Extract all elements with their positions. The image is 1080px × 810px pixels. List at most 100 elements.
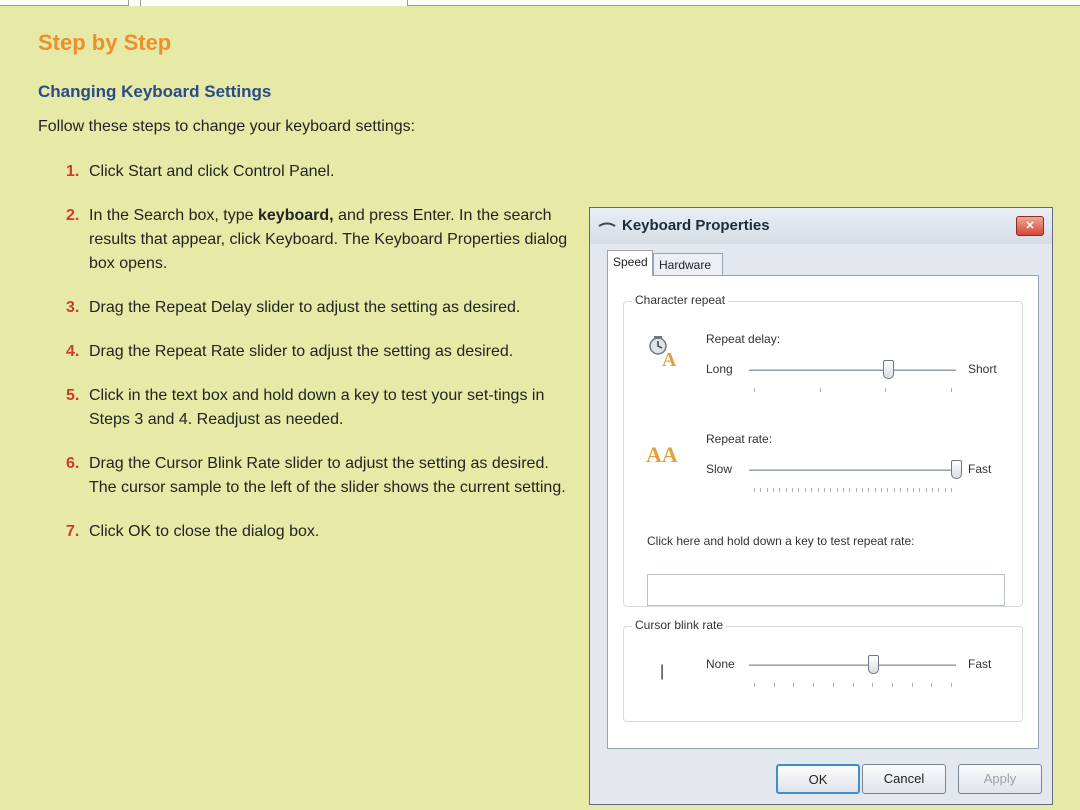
tab-edge-active [140,0,408,6]
slider-tick [754,683,755,687]
slider-tick [849,488,851,492]
cursor-blink-ticks [754,683,952,688]
slider-tick [754,388,755,392]
slider-tick [813,683,815,687]
step-text: Click in the text box and hold down a ke… [89,387,545,428]
slider-tick [919,488,921,492]
slider-tick [925,488,927,492]
tab-speed[interactable]: Speed [607,250,653,276]
step-text: Drag the Repeat Delay slider to adjust t… [89,299,521,316]
slider-tick [906,488,908,492]
cursor-blink-legend: Cursor blink rate [632,618,727,632]
repeat-rate-track[interactable] [749,469,956,471]
repeat-delay-label: Repeat delay: [706,332,781,346]
intro-text: Follow these steps to change your keyboa… [38,118,416,135]
step-number: 3. [66,299,80,316]
slider-tick [760,488,762,492]
repeat-delay-icon: A [649,336,677,368]
slider-tick [893,488,895,492]
repeat-rate-icon: AA [646,442,678,466]
slider-tick [798,488,800,492]
cancel-button[interactable]: Cancel [862,764,946,794]
tab-edge-left [0,0,129,6]
slider-tick [900,488,902,492]
slider-tick [881,488,883,492]
slider-tick [773,488,775,492]
slider-tick [842,488,844,492]
keyboard-properties-dialog: Keyboard Properties ✕ Hardware Speed Cha… [589,207,1053,805]
step-text: Drag the Cursor Blink Rate slider to adj… [89,455,566,496]
slider-tick [779,488,781,492]
slider-tick [951,388,952,392]
step-text-part: In the Search box, type [89,207,258,224]
slider-tick [951,683,952,687]
step-7: 7. Click OK to close the dialog box. [66,520,580,544]
repeat-delay-ticks [754,388,952,393]
cursor-blink-track[interactable] [749,664,956,666]
repeat-delay-slider-thumb[interactable] [882,360,894,379]
slider-tick [872,683,874,687]
slider-tick [862,488,864,492]
tab-hardware[interactable]: Hardware [653,253,723,275]
slider-tick [938,488,940,492]
cursor-sample: | [660,663,665,680]
step-text: Drag the Repeat Rate slider to adjust th… [89,343,514,360]
slider-tick [855,488,857,492]
slider-tick [811,488,813,492]
step-by-step-heading: Step by Step [38,30,172,55]
slider-tick [819,388,821,392]
top-tab-strip [0,0,1080,6]
slider-tick [832,683,834,687]
step-text: In the Search box, type keyboard, and pr… [89,204,580,276]
repeat-rate-slider-thumb[interactable] [951,460,962,479]
slider-tick [773,683,775,687]
repeat-rate-max-label: Fast [968,462,992,476]
step-number: 5. [66,387,80,404]
repeat-rate-icon-glyph: AA [646,442,678,466]
step-6: 6. Drag the Cursor Blink Rate slider to … [66,452,580,500]
slider-tick [931,683,933,687]
slider-tick [766,488,768,492]
step-number: 4. [66,343,80,360]
close-button[interactable]: ✕ [1016,216,1044,236]
step-4: 4. Drag the Repeat Rate slider to adjust… [66,340,580,364]
slider-tick [885,388,887,392]
step-2: 2. In the Search box, type keyboard, and… [66,204,580,276]
slider-tick [817,488,819,492]
slider-tick [823,488,825,492]
slider-tick [874,488,876,492]
tab-edge-right [408,0,1080,6]
ok-button[interactable]: OK [776,764,860,794]
step-text: Click Start and click Control Panel. [89,163,335,180]
repeat-delay-min-label: Long [706,362,733,376]
apply-button[interactable]: Apply [958,764,1042,794]
step-text: Click OK to close the dialog box. [89,523,320,540]
slider-tick [754,488,755,492]
repeat-test-input[interactable] [647,574,1005,606]
cursor-blink-group: Cursor blink rate | None Fast [623,618,1023,722]
repeat-rate-min-label: Slow [706,462,733,476]
slider-tick [804,488,806,492]
step-number: 2. [66,207,80,224]
repeat-delay-max-label: Short [968,362,997,376]
repeat-rate-ticks [754,488,952,493]
dialog-titlebar[interactable]: Keyboard Properties ✕ [590,208,1052,244]
step-5: 5. Click in the text box and hold down a… [66,384,580,432]
slider-tick [852,683,854,687]
slider-tick [911,683,913,687]
slider-tick [792,488,794,492]
slider-tick [891,683,893,687]
step-number: 1. [66,163,80,180]
step-keyword: keyboard, [258,207,334,224]
test-box-label: Click here and hold down a key to test r… [647,534,915,548]
repeat-rate-label: Repeat rate: [706,432,773,446]
dialog-title: Keyboard Properties [622,217,770,234]
slider-tick [887,488,889,492]
step-number: 7. [66,523,80,540]
repeat-delay-track[interactable] [749,369,956,371]
slider-tick [868,488,870,492]
slider-tick [912,488,914,492]
step-1: 1. Click Start and click Control Panel. [66,160,580,184]
cursor-blink-slider-thumb[interactable] [868,655,880,674]
step-number: 6. [66,455,80,472]
